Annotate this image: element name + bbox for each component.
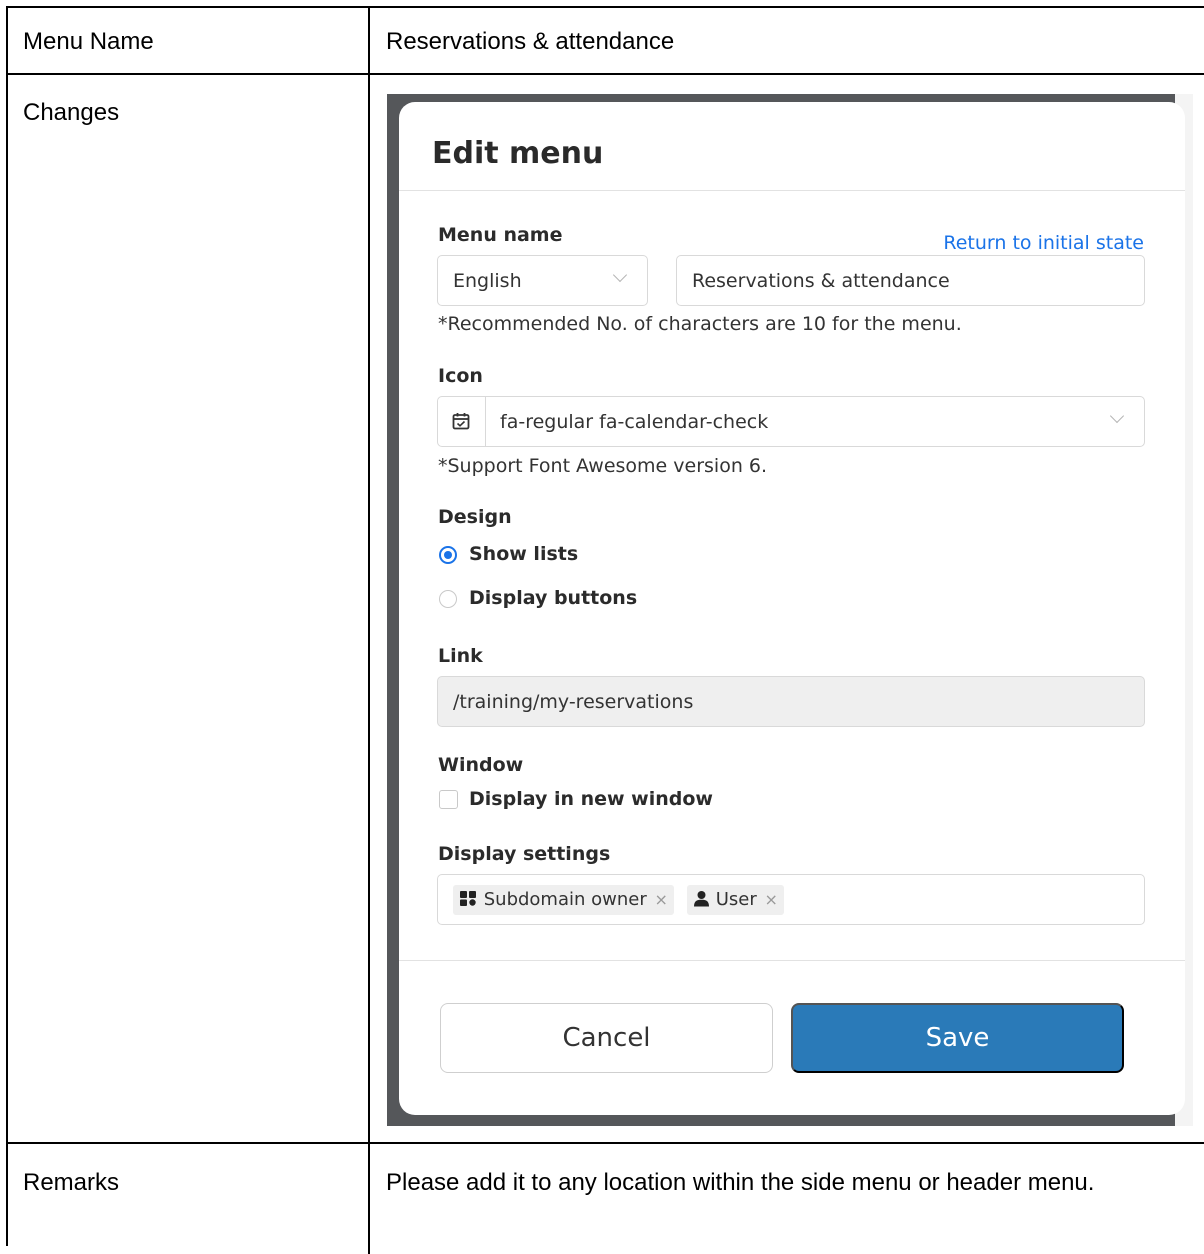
- menu-name-label: Menu name: [438, 224, 563, 246]
- link-label: Link: [438, 645, 483, 667]
- menu-name-value: Reservations & attendance: [692, 270, 950, 292]
- user-group-icon: [459, 889, 484, 910]
- remove-tag-icon[interactable]: ×: [765, 890, 778, 909]
- save-button[interactable]: Save: [791, 1003, 1124, 1073]
- footer-divider: [399, 960, 1185, 961]
- icon-value: fa-regular fa-calendar-check: [500, 411, 769, 433]
- radio-display-buttons-label[interactable]: Display buttons: [469, 587, 637, 609]
- icon-divider: [485, 397, 486, 446]
- radio-show-lists-label[interactable]: Show lists: [469, 543, 578, 565]
- table-row-menu-name: Menu Name Reservations & attendance: [8, 8, 1204, 75]
- value-cell: Reservations & attendance: [372, 8, 1204, 73]
- modal-title: Edit menu: [432, 136, 604, 171]
- icon-label: Icon: [438, 365, 483, 387]
- window-label: Window: [438, 754, 524, 776]
- label-cell: Menu Name: [8, 8, 370, 73]
- row-label: Changes: [23, 99, 120, 126]
- edit-menu-modal: Edit menu Menu name Return to initial st…: [399, 102, 1185, 1115]
- new-window-checkbox-label[interactable]: Display in new window: [469, 788, 713, 810]
- language-select[interactable]: English: [437, 255, 648, 306]
- tag-label: User: [715, 889, 757, 910]
- row-value: Please add it to any location within the…: [386, 1169, 1095, 1196]
- header-divider: [399, 190, 1185, 191]
- row-label: Remarks: [23, 1169, 120, 1196]
- design-label: Design: [438, 506, 512, 528]
- user-icon: [693, 889, 716, 910]
- remove-tag-icon[interactable]: ×: [654, 890, 667, 909]
- tag-subdomain-owner: Subdomain owner ×: [453, 885, 674, 915]
- new-window-checkbox[interactable]: [439, 790, 458, 809]
- menu-name-input[interactable]: Reservations & attendance: [676, 255, 1145, 306]
- display-settings-multiselect[interactable]: Subdomain owner × User ×: [437, 874, 1145, 925]
- icon-hint: *Support Font Awesome version 6.: [438, 455, 768, 477]
- icon-select[interactable]: fa-regular fa-calendar-check: [437, 396, 1145, 447]
- label-cell: Changes: [8, 75, 370, 1142]
- row-label: Menu Name: [23, 28, 154, 55]
- cancel-button[interactable]: Cancel: [440, 1003, 773, 1073]
- radio-show-lists[interactable]: [439, 546, 457, 564]
- chevron-down-icon: [612, 267, 628, 283]
- language-value: English: [453, 270, 522, 292]
- chevron-down-icon: [1109, 408, 1125, 424]
- menu-name-hint: *Recommended No. of characters are 10 fo…: [438, 313, 962, 335]
- return-to-initial-state-link[interactable]: Return to initial state: [943, 232, 1144, 254]
- display-settings-label: Display settings: [438, 843, 611, 865]
- radio-display-buttons[interactable]: [439, 590, 457, 608]
- tag-label: Subdomain owner: [483, 889, 647, 910]
- tag-user: User ×: [687, 885, 784, 915]
- link-input[interactable]: /training/my-reservations: [437, 676, 1145, 727]
- link-value: /training/my-reservations: [453, 691, 694, 713]
- row-value: Reservations & attendance: [386, 28, 675, 55]
- embedded-screenshot: Edit menu Menu name Return to initial st…: [387, 94, 1193, 1126]
- calendar-check-icon: [451, 411, 471, 436]
